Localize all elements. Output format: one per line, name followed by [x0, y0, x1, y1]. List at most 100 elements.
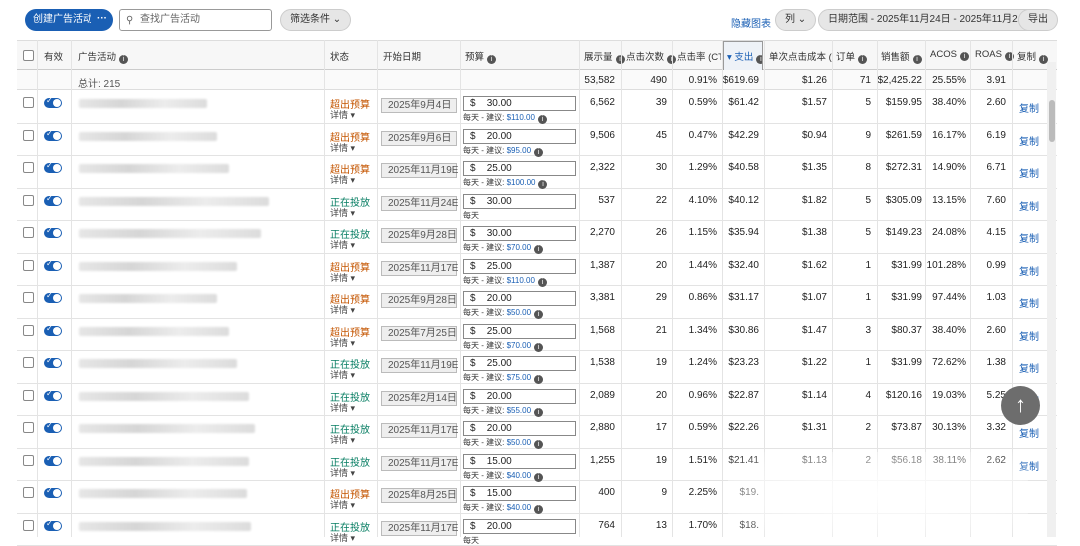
campaign-name-redacted[interactable] [79, 294, 217, 303]
scrollbar-thumb[interactable] [1049, 100, 1055, 142]
start-date-field[interactable]: 2025年9月6日 [381, 131, 457, 146]
copy-link[interactable]: 复制 [1019, 198, 1039, 213]
col-clicks[interactable]: 点击次数i [626, 49, 676, 64]
active-toggle[interactable]: ✓ [44, 261, 62, 271]
start-date-field[interactable]: 2025年7月25日 [381, 326, 457, 341]
details-dropdown[interactable]: 详情 ▾ [330, 498, 355, 511]
active-toggle[interactable]: ✓ [44, 488, 62, 498]
start-date-field[interactable]: 2025年11月19E [381, 358, 457, 373]
suggested-budget[interactable]: $110.00 [507, 113, 535, 122]
details-dropdown[interactable]: 详情 ▾ [330, 141, 355, 154]
copy-link[interactable]: 复制 [1019, 230, 1039, 245]
start-date-field[interactable]: 2025年11月24E [381, 196, 457, 211]
col-status[interactable]: 状态 [330, 49, 349, 63]
campaign-name-redacted[interactable] [79, 229, 261, 238]
row-checkbox[interactable] [23, 130, 34, 141]
col-impressions[interactable]: 展示量i [584, 49, 625, 64]
budget-input[interactable]: $ 20.00 [463, 291, 576, 306]
info-icon[interactable]: i [858, 55, 867, 64]
active-toggle[interactable]: ✓ [44, 423, 62, 433]
active-toggle[interactable]: ✓ [44, 293, 62, 303]
start-date-field[interactable]: 2025年11月17E [381, 521, 457, 536]
col-active[interactable]: 有效 [44, 49, 63, 63]
suggested-budget[interactable]: $110.00 [507, 276, 535, 285]
row-checkbox[interactable] [23, 487, 34, 498]
row-checkbox[interactable] [23, 520, 34, 531]
budget-input[interactable]: $ 25.00 [463, 161, 576, 176]
info-icon[interactable]: i [119, 55, 128, 64]
active-toggle[interactable]: ✓ [44, 358, 62, 368]
campaign-name-redacted[interactable] [79, 197, 269, 206]
filter-button[interactable]: 筛选条件 ⌄ [280, 9, 351, 31]
campaign-name-redacted[interactable] [79, 262, 237, 271]
campaign-name-redacted[interactable] [79, 392, 249, 401]
budget-input[interactable]: $ 20.00 [463, 421, 576, 436]
campaign-name-redacted[interactable] [79, 457, 249, 466]
col-budget[interactable]: 预算i [465, 49, 496, 64]
copy-link[interactable]: 复制 [1019, 100, 1039, 115]
col-cpc[interactable]: 单次点击成本 (CPC [769, 49, 833, 63]
budget-input[interactable]: $ 25.00 [463, 259, 576, 274]
details-dropdown[interactable]: 详情 ▾ [330, 303, 355, 316]
details-dropdown[interactable]: 详情 ▾ [330, 401, 355, 414]
details-dropdown[interactable]: 详情 ▾ [330, 466, 355, 479]
suggested-budget[interactable]: $40.00 [507, 503, 531, 512]
start-date-field[interactable]: 2025年9月28日 [381, 228, 457, 243]
suggested-budget[interactable]: $75.00 [507, 373, 531, 382]
info-icon[interactable]: i [960, 52, 969, 61]
row-checkbox[interactable] [23, 455, 34, 466]
start-date-field[interactable]: 2025年8月25日 [381, 488, 457, 503]
copy-link[interactable]: 复制 [1019, 165, 1039, 180]
search-input[interactable]: ⚲ 查找广告活动 [119, 9, 272, 31]
date-range-button[interactable]: 日期范围 - 2025年11月24日 - 2025年11月24日 [818, 9, 1043, 31]
copy-link[interactable]: 复制 [1019, 360, 1039, 375]
details-dropdown[interactable]: 详情 ▾ [330, 238, 355, 251]
columns-button[interactable]: 列 ⌄ [775, 9, 816, 31]
suggested-budget[interactable]: $95.00 [507, 146, 531, 155]
suggested-budget[interactable]: $40.00 [507, 471, 531, 480]
budget-input[interactable]: $ 20.00 [463, 389, 576, 404]
more-options-button[interactable]: ··· [91, 9, 113, 31]
copy-link[interactable]: 复制 [1019, 263, 1039, 278]
campaign-name-redacted[interactable] [79, 99, 207, 108]
campaign-name-redacted[interactable] [79, 327, 229, 336]
active-toggle[interactable]: ✓ [44, 521, 62, 531]
row-checkbox[interactable] [23, 97, 34, 108]
suggested-budget[interactable]: $70.00 [507, 243, 531, 252]
budget-input[interactable]: $ 30.00 [463, 96, 576, 111]
budget-input[interactable]: $ 20.00 [463, 519, 576, 534]
start-date-field[interactable]: 2025年11月19E [381, 163, 457, 178]
info-icon[interactable]: i [756, 55, 763, 64]
info-icon[interactable]: i [913, 55, 922, 64]
suggested-budget[interactable]: $100.00 [507, 178, 536, 187]
start-date-field[interactable]: 2025年9月4日 [381, 98, 457, 113]
start-date-field[interactable]: 2025年2月14日 [381, 391, 457, 406]
budget-input[interactable]: $ 25.00 [463, 356, 576, 371]
row-checkbox[interactable] [23, 292, 34, 303]
copy-link[interactable]: 复制 [1019, 133, 1039, 148]
details-dropdown[interactable]: 详情 ▾ [330, 531, 355, 544]
row-checkbox[interactable] [23, 227, 34, 238]
col-start-date[interactable]: 开始日期 [383, 49, 421, 63]
details-dropdown[interactable]: 详情 ▾ [330, 108, 355, 121]
row-checkbox[interactable] [23, 357, 34, 368]
campaign-name-redacted[interactable] [79, 164, 229, 173]
col-copy[interactable]: 复制i [1017, 49, 1048, 64]
suggested-budget[interactable]: $50.00 [507, 438, 531, 447]
suggested-budget[interactable]: $55.00 [507, 406, 531, 415]
budget-input[interactable]: $ 25.00 [463, 324, 576, 339]
details-dropdown[interactable]: 详情 ▾ [330, 271, 355, 284]
row-checkbox[interactable] [23, 195, 34, 206]
start-date-field[interactable]: 2025年11月17E [381, 423, 457, 438]
active-toggle[interactable]: ✓ [44, 326, 62, 336]
col-acos[interactable]: ACOSi [930, 49, 969, 61]
create-campaign-button[interactable]: 创建广告活动 [25, 9, 101, 31]
campaign-name-redacted[interactable] [79, 424, 255, 433]
active-toggle[interactable]: ✓ [44, 228, 62, 238]
start-date-field[interactable]: 2025年11月17E [381, 261, 457, 276]
budget-input[interactable]: $ 20.00 [463, 129, 576, 144]
select-all-checkbox[interactable] [23, 50, 34, 61]
col-orders[interactable]: 订单i [836, 49, 867, 64]
suggested-budget[interactable]: $70.00 [507, 341, 531, 350]
col-roas[interactable]: ROASi [975, 49, 1014, 61]
